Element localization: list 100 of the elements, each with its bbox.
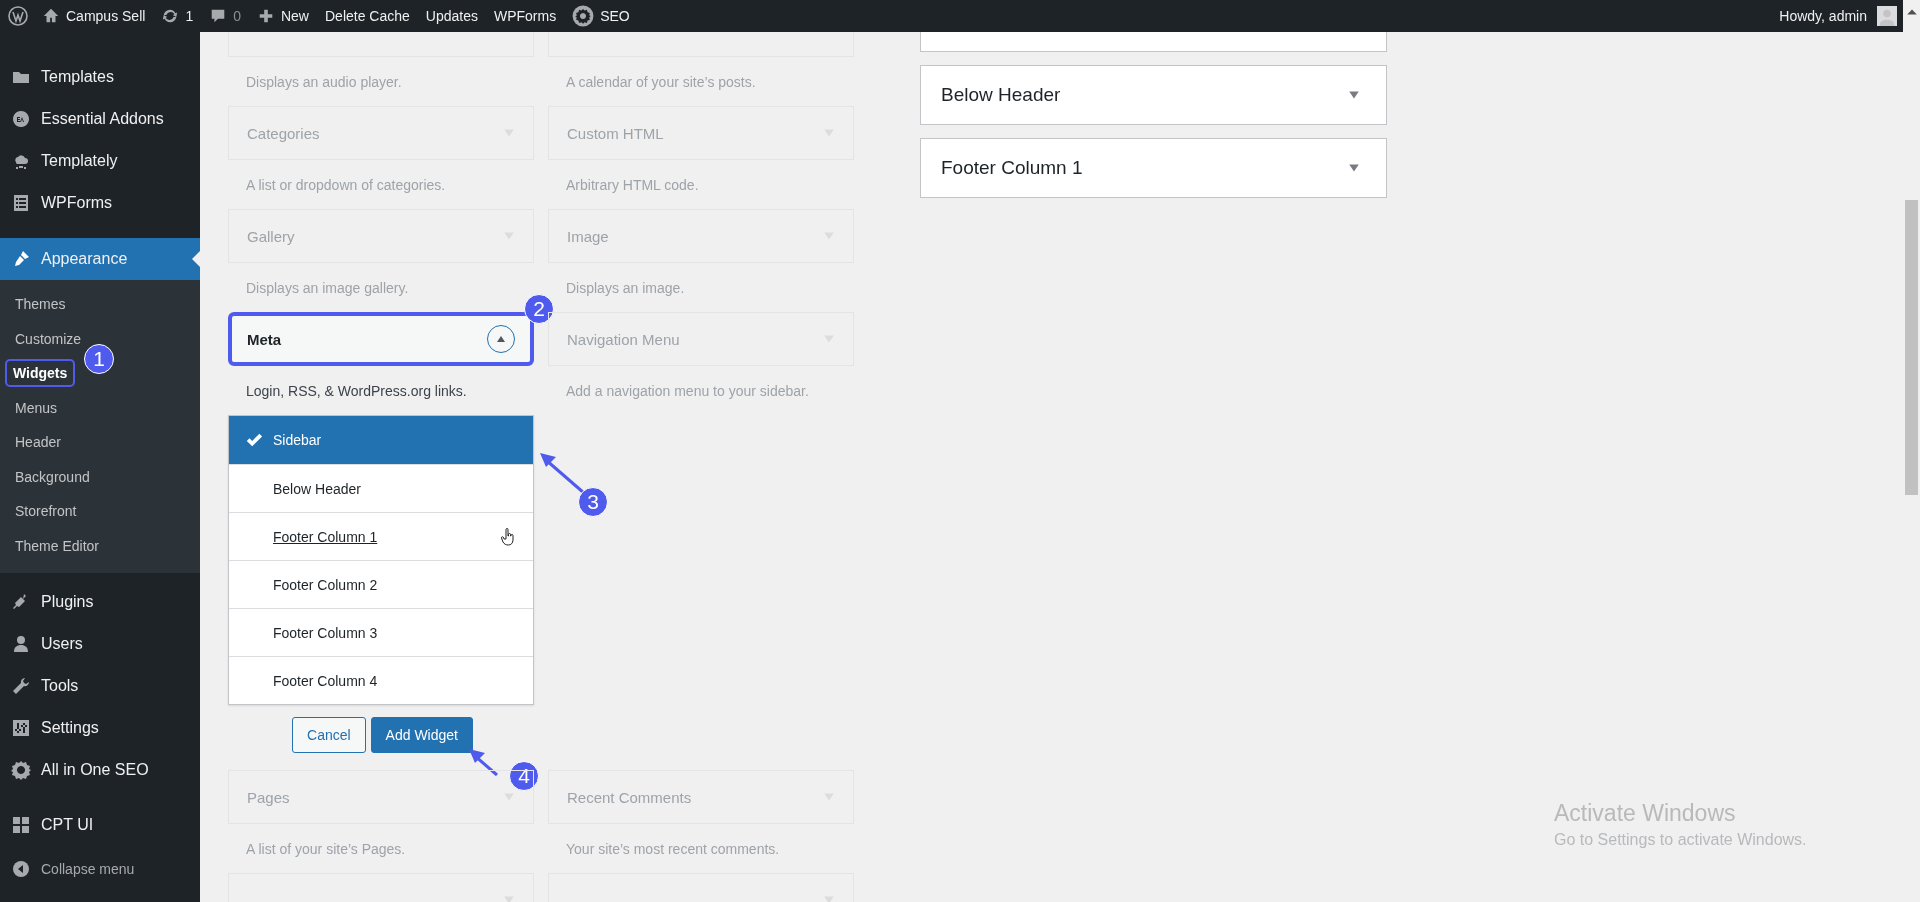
widget-description: Login, RSS, & WordPress.org links. [245,381,468,401]
sidebar-option[interactable]: Footer Column 1 [229,512,533,560]
cancel-button[interactable]: Cancel [292,717,366,753]
callout-arrow [468,748,499,777]
widget-title: Recent Comments [567,788,693,806]
grid-icon [11,815,31,835]
menu-item[interactable]: Users [0,623,200,665]
admin-bar-link[interactable]: 0 [233,8,241,24]
collapse-menu-button[interactable]: Collapse menu [0,848,200,890]
menu-item[interactable]: All in One SEO [0,749,200,791]
widget-description: A list of your site’s Pages. [245,839,407,859]
option-label: Footer Column 4 [273,672,378,689]
menu-label: WPForms [41,194,113,212]
widget-description: Displays an image gallery. [245,278,410,298]
widget-area-title: Footer Column 1 [941,157,1084,179]
widget-title: Meta [247,330,283,348]
widget-title: Image [567,227,610,245]
menu-item[interactable]: WPForms [0,182,200,224]
submenu-item[interactable]: Theme Editor [7,531,108,560]
widget-description: Arbitrary HTML code. [565,175,700,195]
menu-label: Appearance [41,250,128,268]
widget-title: Custom HTML [567,124,665,142]
menu-item[interactable]: CPT UI [0,804,200,846]
caret-icon [496,334,506,344]
menu-item[interactable]: Appearance [0,238,200,280]
submenu-item[interactable]: Header [7,428,69,457]
admin-bar-link[interactable]: Delete Cache [325,8,410,24]
hand-cursor-icon [501,527,515,546]
sidebar-option[interactable]: Footer Column 3 [229,608,533,656]
form-icon [11,193,31,213]
menu-item[interactable]: Plugins [0,581,200,623]
wrench-icon [11,676,31,696]
sidebar-option[interactable]: Sidebar [229,416,533,464]
activation-title: Activate Windows [1554,800,1737,827]
admin-bar-link[interactable]: Updates [425,8,478,24]
user-icon [11,634,31,654]
option-label: Footer Column 1 [273,528,378,545]
menu-label: Collapse menu [41,861,135,877]
submenu-item[interactable]: Menus [7,393,66,422]
submenu-item[interactable]: Background [7,462,98,491]
callout-badge: 2 [524,294,554,324]
widget-description: Your site’s most recent comments. [565,839,781,859]
menu-item[interactable]: Essential Addons [0,98,200,140]
admin-bar-link[interactable]: SEO [600,8,630,24]
submenu-item[interactable]: Storefront [7,497,85,526]
menu-item[interactable]: Templately [0,140,200,182]
menu-label: Templately [41,152,118,170]
widget-description: Add a navigation menu to your sidebar. [565,381,810,401]
option-label: Below Header [273,480,361,497]
submenu-item[interactable]: Themes [7,290,74,319]
account-link[interactable]: Howdy, admin [1779,8,1867,24]
scrollbar-thumb[interactable] [1905,200,1918,495]
caret-icon[interactable] [1348,162,1360,174]
admin-bar-link[interactable]: 1 [185,8,194,24]
widget-description: A calendar of your site’s posts. [565,72,757,92]
collapse-icon [11,859,31,879]
sidebar-option[interactable]: Below Header [229,464,533,512]
widget-description: A list or dropdown of categories. [245,175,447,195]
widget-area-panel[interactable]: Below Header [920,65,1387,125]
callout-badge: 3 [578,487,608,517]
menu-label: CPT UI [41,816,94,834]
widget-title: Categories [247,124,321,142]
wordpress-logo-icon[interactable] [8,6,28,26]
caret-icon[interactable] [1348,89,1360,101]
option-label: Footer Column 2 [273,576,378,593]
sliders-icon [11,718,31,738]
sidebar-option[interactable]: Footer Column 4 [229,656,533,704]
menu-label: Users [41,635,83,653]
gear-icon [572,5,595,27]
menu-item[interactable]: Tools [0,665,200,707]
badge-icon [11,109,31,129]
menu-item[interactable]: Templates [0,56,200,98]
activation-text: Go to Settings to activate Windows. [1554,831,1807,849]
home-icon [42,7,60,25]
sidebar-option[interactable]: Footer Column 2 [229,560,533,608]
admin-bar-link[interactable]: Campus Sell [66,8,146,24]
widget-area-title: Below Header [941,84,1062,106]
menu-label: All in One SEO [41,761,149,779]
gear-icon [11,760,31,780]
add-widget-button[interactable]: Add Widget [370,717,473,753]
option-label: Footer Column 3 [273,624,378,641]
widget-title: Navigation Menu [567,330,681,348]
refresh-icon [161,7,180,25]
menu-label: Tools [41,677,79,695]
admin-bar-link[interactable]: New [280,8,309,24]
submenu-item[interactable]: Widgets [5,359,76,388]
menu-label: Templates [41,68,114,86]
widget-title: Gallery [247,227,296,245]
menu-item[interactable]: Settings [0,707,200,749]
widget-panel[interactable]: Meta [228,312,534,366]
menu-label: Settings [41,719,99,737]
checkmark-icon [245,431,263,449]
widget-area-panel[interactable]: Footer Column 1 [920,138,1387,198]
avatar-icon[interactable] [1877,6,1897,26]
menu-label: Plugins [41,593,94,611]
menu-label: Essential Addons [41,110,164,128]
admin-bar-link[interactable]: WPForms [493,8,557,24]
callout-badge: 1 [84,344,114,374]
option-label: Sidebar [273,432,322,448]
widget-title: Pages [247,788,291,806]
